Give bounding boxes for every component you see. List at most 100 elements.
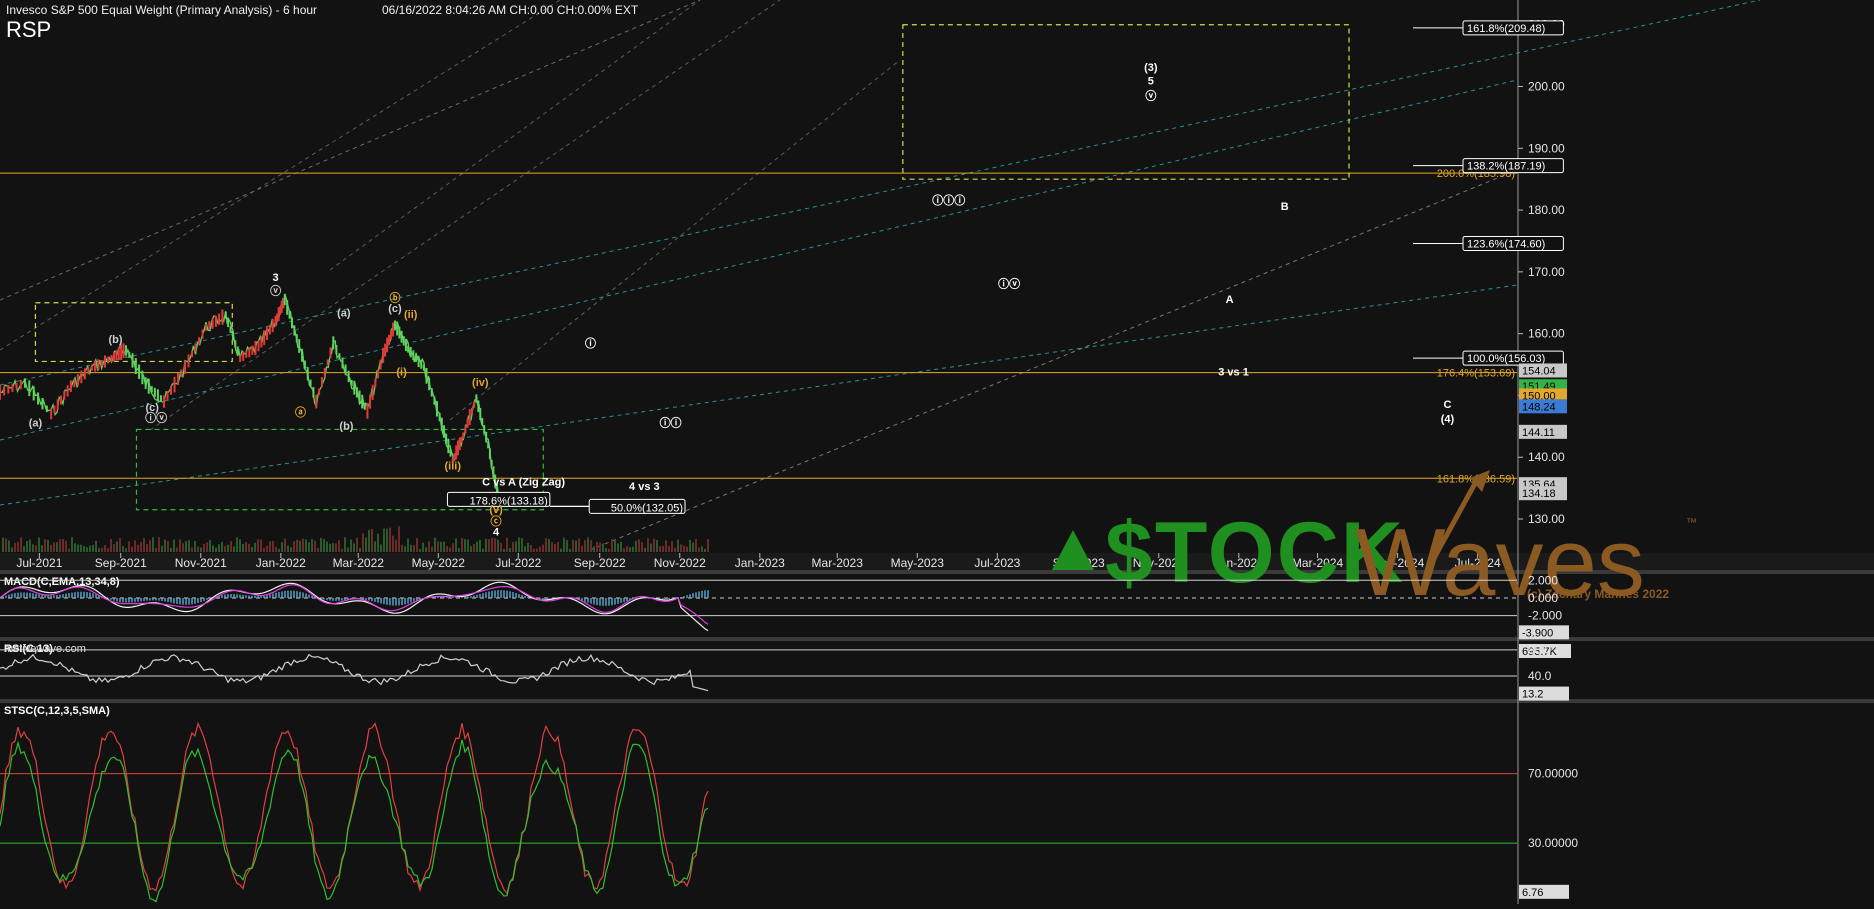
wave-label: (b) [339, 420, 353, 432]
volume-bar [203, 543, 205, 552]
indicator-tick-label: 30.00000 [1528, 836, 1578, 850]
wave-label: C [1443, 399, 1451, 411]
volume-bar [317, 547, 319, 552]
x-tick-label: Jan-2022 [256, 556, 306, 570]
volume-bar [587, 537, 589, 552]
volume-bar [209, 539, 211, 552]
volume-bar [578, 538, 580, 552]
volume-bar [86, 547, 88, 552]
volume-bar [425, 547, 427, 552]
x-tick-label: Jul-2023 [974, 556, 1020, 570]
x-tick-label: May-2022 [412, 556, 466, 570]
y-tick-label: 190.00 [1528, 141, 1565, 155]
volume-bar [431, 546, 433, 552]
volume-bar [695, 539, 697, 552]
volume-bar [584, 540, 586, 552]
price-tag-label: 154.04 [1522, 365, 1556, 377]
volume-bar [629, 547, 631, 552]
volume-bar [476, 541, 478, 552]
volume-bar [491, 537, 493, 552]
volume-bar [50, 544, 52, 552]
volume-bar [623, 548, 625, 552]
volume-bar [74, 543, 76, 552]
wave-label: (v) [489, 504, 503, 516]
volume-bar [116, 541, 118, 552]
volume-bar [395, 539, 397, 552]
volume-bar [329, 543, 331, 552]
projection-label: 161.8%(209.48) [1467, 23, 1545, 35]
volume-bar [167, 541, 169, 552]
x-tick-label: Nov-2022 [654, 556, 706, 570]
volume-bar [566, 539, 568, 552]
volume-bar [569, 548, 571, 552]
volume-bar [29, 539, 31, 552]
chart-stage[interactable]: 130.00140.00150.00160.00170.00180.00190.… [0, 0, 1874, 904]
price-tag-label: 144.11 [1522, 427, 1555, 439]
volume-bar [341, 548, 343, 552]
volume-bar [677, 539, 679, 552]
status-readout: 06/16/2022 8:04:26 AM CH:0.00 CH:0.00% E… [382, 3, 639, 17]
x-tick-label: Sep-2021 [95, 556, 147, 570]
volume-bar [8, 540, 10, 552]
chart-canvas[interactable]: 130.00140.00150.00160.00170.00180.00190.… [0, 0, 1874, 904]
volume-bar [527, 542, 529, 552]
indicator-tick-label: 70.00000 [1528, 767, 1578, 781]
wave-label: A [1226, 294, 1234, 306]
volume-bar [599, 542, 601, 552]
wave-label: ⓘⓘⓘ [932, 193, 965, 207]
volume-bar [56, 542, 58, 552]
watermark-text: motivewave.com [4, 643, 86, 655]
volume-bar [407, 538, 409, 552]
volume-bar [296, 539, 298, 552]
wave-label: (b) [108, 334, 122, 346]
volume-bar [308, 542, 310, 552]
indicator-value-label: 13.2 [1522, 689, 1543, 701]
volume-bar [266, 545, 268, 552]
volume-bar [230, 541, 232, 552]
volume-bar [383, 528, 385, 552]
volume-bar [23, 546, 25, 552]
volume-bar [62, 538, 64, 552]
volume-bar [110, 538, 112, 552]
volume-bar [287, 545, 289, 552]
volume-bar [260, 539, 262, 552]
volume-bar [173, 539, 175, 552]
volume-bar [422, 542, 424, 552]
volume-bar [365, 537, 367, 552]
volume-bar [95, 540, 97, 552]
x-tick-label: Mar-2023 [812, 556, 864, 570]
volume-bar [65, 540, 67, 552]
volume-bar [137, 544, 139, 552]
volume-bar [404, 546, 406, 552]
wave-label: C vs A (Zig Zag) [482, 477, 565, 489]
volume-bar [299, 540, 301, 552]
support-label: 50.0%(132.05) [611, 502, 683, 514]
wave-label: (iii) [444, 461, 461, 473]
volume-bar [269, 541, 271, 552]
panel-divider [0, 637, 1874, 641]
volume-bar [44, 539, 46, 552]
volume-bar [143, 538, 145, 552]
x-tick-label: May-2023 [891, 556, 945, 570]
volume-bar [683, 545, 685, 552]
volume-bar [374, 541, 376, 552]
volume-bar [215, 547, 217, 552]
wave-label: ⓥ [270, 284, 281, 298]
volume-bar [533, 548, 535, 552]
volume-bar [611, 539, 613, 552]
indicator-title: MACD(C,EMA,13,34,8) [4, 576, 120, 588]
x-tick-label: Nov-2021 [175, 556, 227, 570]
price-tag-label: 148.24 [1522, 401, 1556, 413]
volume-bar [398, 526, 400, 552]
volume-bar [479, 539, 481, 552]
volume-bar [356, 537, 358, 552]
volume-bar [641, 542, 643, 552]
volume-bar [428, 541, 430, 552]
volume-bar [80, 544, 82, 552]
volume-bar [38, 537, 40, 552]
volume-bar [71, 537, 73, 552]
volume-bar [278, 548, 280, 552]
volume-bar [59, 539, 61, 552]
volume-bar [620, 541, 622, 552]
volume-bar [401, 544, 403, 552]
